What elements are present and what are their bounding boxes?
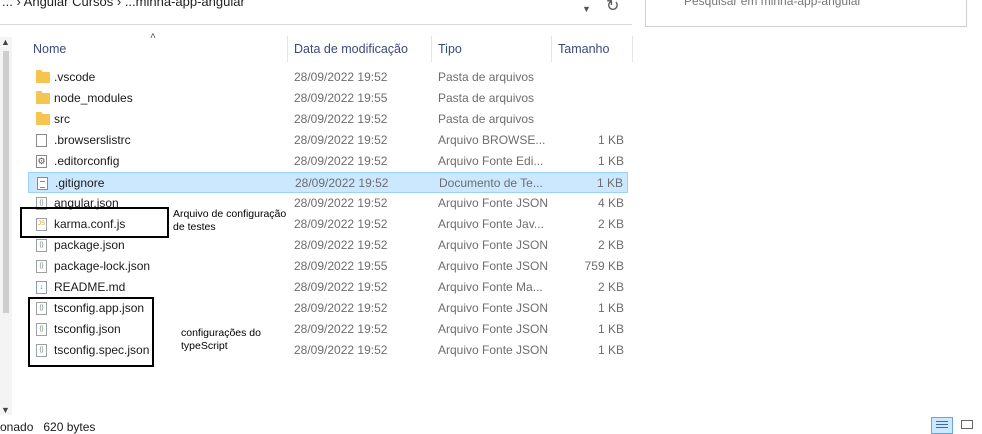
karma-annotation-box xyxy=(20,207,169,238)
list-item[interactable]: src 28/09/2022 19:52 Pasta de arquivos xyxy=(28,109,628,130)
status-bar: onado 620 bytes xyxy=(0,420,95,434)
list-item-selected[interactable]: .gitignore 28/09/2022 19:52 Documento de… xyxy=(28,172,628,193)
file-date: 28/09/2022 19:52 xyxy=(294,322,388,336)
column-divider[interactable] xyxy=(632,36,633,62)
file-type: Pasta de arquivos xyxy=(438,112,535,126)
vertical-scrollbar[interactable]: ▲ ▼ xyxy=(0,37,12,415)
file-date: 28/09/2022 19:55 xyxy=(294,91,388,105)
file-name: .browserslistrc xyxy=(54,133,131,147)
file-size: 1 KB xyxy=(597,154,624,168)
text-document-icon xyxy=(37,177,48,190)
file-date: 28/09/2022 19:52 xyxy=(294,217,388,231)
scrollbar-thumb[interactable] xyxy=(3,51,9,313)
file-name: node_modules xyxy=(54,91,133,105)
file-size: 1 KB xyxy=(597,301,624,315)
list-item[interactable]: {} package.json 28/09/2022 19:52 Arquivo… xyxy=(28,235,628,256)
file-type: Arquivo Fonte Ma... xyxy=(438,280,543,294)
list-item[interactable]: node_modules 28/09/2022 19:55 Pasta de a… xyxy=(28,88,628,109)
list-item[interactable]: ⚙ .editorconfig 28/09/2022 19:52 Arquivo… xyxy=(28,151,628,172)
file-type: Arquivo Fonte JSON xyxy=(438,343,549,357)
file-date: 28/09/2022 19:52 xyxy=(294,238,388,252)
list-item[interactable]: {} package-lock.json 28/09/2022 19:55 Ar… xyxy=(28,256,628,277)
file-date: 28/09/2022 19:52 xyxy=(294,343,388,357)
status-selection: onado xyxy=(0,420,34,434)
scroll-up-icon[interactable]: ▲ xyxy=(1,37,10,47)
address-path[interactable]: ... › Angular Cursos › ...minha-app-angu… xyxy=(2,0,245,9)
file-date: 28/09/2022 19:55 xyxy=(294,259,388,273)
file-size: 1 KB xyxy=(596,176,623,190)
file-type: Arquivo Fonte JSON xyxy=(438,238,549,252)
file-date: 28/09/2022 19:52 xyxy=(294,154,388,168)
file-type: Pasta de arquivos xyxy=(438,70,535,84)
file-name: package-lock.json xyxy=(54,259,151,273)
file-date: 28/09/2022 19:52 xyxy=(294,301,388,315)
file-name: .editorconfig xyxy=(54,154,120,168)
file-date: 28/09/2022 19:52 xyxy=(294,112,388,126)
status-size: 620 bytes xyxy=(43,420,96,434)
sort-ascending-icon: ˄ xyxy=(150,31,156,42)
scroll-down-icon[interactable]: ▼ xyxy=(1,405,10,415)
column-divider[interactable] xyxy=(287,36,288,62)
file-type: Arquivo Fonte Jav... xyxy=(438,217,544,231)
file-size: 1 KB xyxy=(597,343,624,357)
file-type: Arquivo Fonte JSON xyxy=(438,322,549,336)
list-item[interactable]: .browserslistrc 28/09/2022 19:52 Arquivo… xyxy=(28,130,628,151)
file-type: Arquivo Fonte JSON xyxy=(438,196,549,210)
column-header-date[interactable]: Data de modificação xyxy=(294,36,408,62)
file-name: .gitignore xyxy=(55,176,105,190)
tsconfig-annotation-note: configurações do typeScript xyxy=(181,327,261,352)
file-size: 4 KB xyxy=(597,196,624,210)
markdown-file-icon: ↓ xyxy=(36,281,47,294)
search-input[interactable]: Pesquisar em minha-app-angular xyxy=(684,0,861,8)
file-date: 28/09/2022 19:52 xyxy=(295,176,389,190)
file-name: README.md xyxy=(54,280,126,294)
file-date: 28/09/2022 19:52 xyxy=(294,70,388,84)
column-header-type[interactable]: Tipo xyxy=(438,36,462,62)
column-header-size[interactable]: Tamanho xyxy=(558,36,609,62)
list-item[interactable]: ↓ README.md 28/09/2022 19:52 Arquivo Fon… xyxy=(28,277,628,298)
json-file-icon: {} xyxy=(36,260,47,273)
file-type: Arquivo Fonte JSON xyxy=(438,301,549,315)
file-size: 2 KB xyxy=(597,238,624,252)
file-type: Arquivo Fonte JSON xyxy=(438,259,549,273)
search-box[interactable]: Pesquisar em minha-app-angular xyxy=(645,0,967,27)
file-date: 28/09/2022 19:52 xyxy=(294,280,388,294)
chevron-down-icon[interactable]: ▼ xyxy=(582,4,591,14)
column-divider[interactable] xyxy=(431,36,432,62)
file-type: Arquivo Fonte Edi... xyxy=(438,154,544,168)
details-view-icon[interactable] xyxy=(931,417,953,434)
file-date: 28/09/2022 19:52 xyxy=(294,196,388,210)
file-size: 759 KB xyxy=(584,259,624,273)
folder-icon xyxy=(36,112,50,125)
list-item[interactable]: .vscode 28/09/2022 19:52 Pasta de arquiv… xyxy=(28,67,628,88)
file-size: 2 KB xyxy=(597,217,624,231)
large-icons-view-icon[interactable] xyxy=(957,417,979,434)
address-bar[interactable]: ... › Angular Cursos › ...minha-app-angu… xyxy=(0,0,632,25)
file-icon xyxy=(36,134,47,147)
file-date: 28/09/2022 19:52 xyxy=(294,133,388,147)
file-type: Arquivo BROWSE... xyxy=(438,133,546,147)
folder-icon xyxy=(36,91,50,104)
json-file-icon: {} xyxy=(36,239,47,252)
tsconfig-annotation-box xyxy=(28,297,154,367)
refresh-icon[interactable]: ↻ xyxy=(606,0,619,16)
folder-icon xyxy=(36,70,50,83)
file-name: src xyxy=(54,112,70,126)
file-name: package.json xyxy=(54,238,125,252)
file-name: .vscode xyxy=(54,70,96,84)
karma-annotation-note: Arquivo de configuração de testes xyxy=(173,208,287,233)
file-size: 1 KB xyxy=(597,133,624,147)
config-file-icon: ⚙ xyxy=(36,155,47,168)
file-size: 2 KB xyxy=(597,280,624,294)
column-divider[interactable] xyxy=(551,36,552,62)
file-size: 1 KB xyxy=(597,322,624,336)
file-type: Pasta de arquivos xyxy=(438,91,535,105)
file-type: Documento de Te... xyxy=(439,176,543,190)
column-header-name[interactable]: Nome xyxy=(33,36,66,62)
